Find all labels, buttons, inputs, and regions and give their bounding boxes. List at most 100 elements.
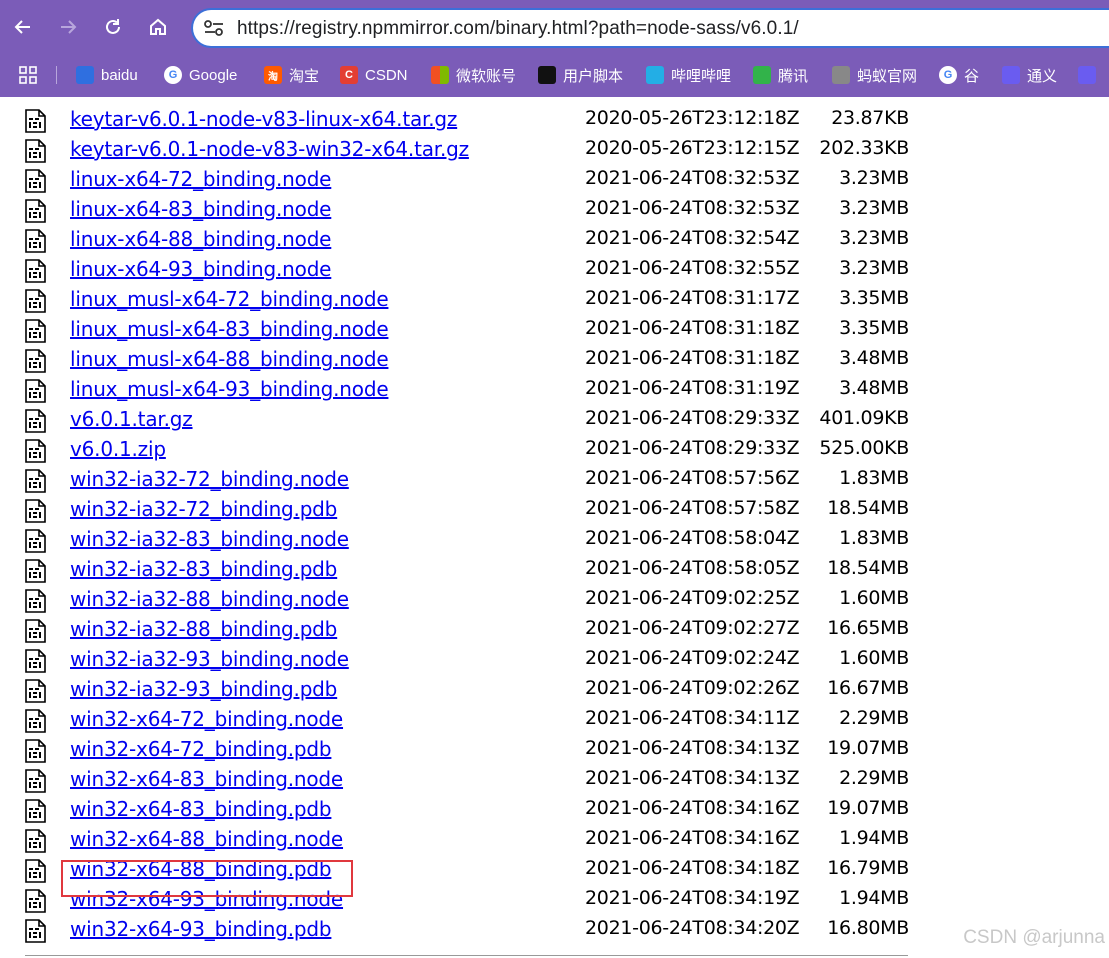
file-link[interactable]: win32-ia32-83_binding.pdb bbox=[70, 557, 337, 581]
file-date: 2021-06-24T09:02:25Z bbox=[585, 587, 800, 609]
file-link[interactable]: linux_musl-x64-93_binding.node bbox=[70, 377, 389, 401]
file-size: 19.07MB bbox=[827, 737, 909, 759]
url-text[interactable]: https://registry.npmmirror.com/binary.ht… bbox=[237, 18, 799, 40]
file-link[interactable]: keytar-v6.0.1-node-v83-linux-x64.tar.gz bbox=[70, 107, 457, 131]
table-row: v6.0.1.tar.gz 2021-06-24T08:29:33Z 401.09K… bbox=[0, 405, 1109, 435]
file-size: 1.83MB bbox=[839, 467, 909, 489]
file-link[interactable]: win32-x64-83_binding.pdb bbox=[70, 797, 332, 821]
file-link[interactable]: win32-ia32-88_binding.pdb bbox=[70, 617, 337, 641]
table-row: win32-ia32-72_binding.node 2021-06-24T08:… bbox=[0, 465, 1109, 495]
file-link[interactable]: win32-ia32-72_binding.node bbox=[70, 467, 349, 491]
table-row: linux_musl-x64-72_binding.node 2021-06-24… bbox=[0, 285, 1109, 315]
table-row: keytar-v6.0.1-node-v83-linux-x64.tar.gz 2… bbox=[0, 105, 1109, 135]
file-icon bbox=[25, 349, 46, 373]
file-icon bbox=[25, 289, 46, 313]
file-link[interactable]: linux-x64-83_binding.node bbox=[70, 197, 331, 221]
bookmark-item[interactable]: G谷 bbox=[939, 63, 979, 87]
file-date: 2021-06-24T08:34:13Z bbox=[585, 737, 800, 759]
table-row: linux-x64-93_binding.node 2021-06-24T08:3… bbox=[0, 255, 1109, 285]
file-link[interactable]: linux_musl-x64-83_binding.node bbox=[70, 317, 389, 341]
file-icon bbox=[25, 559, 46, 583]
file-icon bbox=[25, 469, 46, 493]
file-link[interactable]: v6.0.1.tar.gz bbox=[70, 407, 193, 431]
file-icon bbox=[25, 799, 46, 823]
apps-grid-icon[interactable] bbox=[18, 65, 38, 85]
file-icon bbox=[25, 379, 46, 403]
bookmark-item[interactable]: baidu bbox=[76, 63, 138, 87]
bookmark-item[interactable]: C CSDN bbox=[340, 63, 408, 87]
file-link[interactable]: win32-ia32-83_binding.node bbox=[70, 527, 349, 551]
watermark: CSDN @arjunna bbox=[963, 927, 1105, 948]
site-info-icon[interactable] bbox=[203, 18, 225, 38]
file-link[interactable]: v6.0.1.zip bbox=[70, 437, 166, 461]
file-link[interactable]: keytar-v6.0.1-node-v83-win32-x64.tar.gz bbox=[70, 137, 469, 161]
file-date: 2021-06-24T08:31:19Z bbox=[585, 377, 800, 399]
file-size: 202.33KB bbox=[819, 137, 909, 159]
file-date: 2020-05-26T23:12:15Z bbox=[585, 137, 800, 159]
file-icon bbox=[25, 619, 46, 643]
file-link[interactable]: linux_musl-x64-88_binding.node bbox=[70, 347, 389, 371]
file-icon bbox=[25, 589, 46, 613]
file-date: 2021-06-24T08:58:05Z bbox=[585, 557, 800, 579]
file-link[interactable]: win32-x64-83_binding.node bbox=[70, 767, 343, 791]
csdn-icon: C bbox=[340, 66, 358, 84]
reload-button[interactable] bbox=[96, 10, 130, 44]
arrow-left-icon bbox=[14, 20, 30, 34]
bookmark-item[interactable]: 淘淘宝 bbox=[264, 63, 319, 87]
bookmark-item[interactable]: 微软账号 bbox=[431, 63, 516, 87]
microsoft-icon bbox=[431, 66, 449, 84]
table-row: win32-ia32-83_binding.node 2021-06-24T08:… bbox=[0, 525, 1109, 555]
back-button[interactable] bbox=[6, 10, 40, 44]
file-icon bbox=[25, 409, 46, 433]
bookmark-item[interactable]: 蚂蚁官网 bbox=[832, 63, 917, 87]
file-date: 2021-06-24T08:32:55Z bbox=[585, 257, 800, 279]
table-row: linux-x64-88_binding.node 2021-06-24T08:3… bbox=[0, 225, 1109, 255]
file-date: 2021-06-24T08:34:20Z bbox=[585, 917, 800, 939]
browser-toolbar: https://registry.npmmirror.com/binary.ht… bbox=[0, 0, 1109, 97]
file-icon bbox=[25, 649, 46, 673]
bookmark-label: 微软账号 bbox=[456, 67, 517, 85]
file-date: 2021-06-24T08:58:04Z bbox=[585, 527, 800, 549]
file-link[interactable]: linux-x64-88_binding.node bbox=[70, 227, 331, 251]
file-link[interactable]: win32-ia32-72_binding.pdb bbox=[70, 497, 337, 521]
file-link[interactable]: win32-x64-88_binding.node bbox=[70, 827, 343, 851]
file-date: 2021-06-24T08:31:17Z bbox=[585, 287, 800, 309]
file-link[interactable]: win32-ia32-88_binding.node bbox=[70, 587, 349, 611]
file-link[interactable]: linux-x64-72_binding.node bbox=[70, 167, 331, 191]
file-link[interactable]: linux_musl-x64-72_binding.node bbox=[70, 287, 389, 311]
bookmark-label: 淘宝 bbox=[289, 67, 320, 85]
file-link[interactable]: win32-x64-72_binding.pdb bbox=[70, 737, 332, 761]
bilibili-icon bbox=[646, 66, 664, 84]
file-link[interactable]: win32-x64-72_binding.node bbox=[70, 707, 343, 731]
home-button[interactable] bbox=[141, 10, 175, 44]
file-size: 3.23MB bbox=[839, 257, 909, 279]
file-size: 2.29MB bbox=[839, 707, 909, 729]
table-row: linux-x64-72_binding.node 2021-06-24T08:3… bbox=[0, 165, 1109, 195]
file-link[interactable]: win32-ia32-93_binding.pdb bbox=[70, 677, 337, 701]
bookmark-item[interactable]: G Google bbox=[164, 63, 237, 87]
file-date: 2021-06-24T08:29:33Z bbox=[585, 437, 800, 459]
bookmark-item[interactable]: 哔哩哔哩 bbox=[646, 63, 731, 87]
table-row: linux-x64-83_binding.node 2021-06-24T08:3… bbox=[0, 195, 1109, 225]
file-size: 18.54MB bbox=[827, 497, 909, 519]
file-size: 1.60MB bbox=[839, 647, 909, 669]
file-date: 2021-06-24T08:32:54Z bbox=[585, 227, 800, 249]
file-link[interactable]: win32-x64-93_binding.pdb bbox=[70, 917, 332, 941]
file-date: 2021-06-24T09:02:27Z bbox=[585, 617, 800, 639]
bookmark-item[interactable] bbox=[1078, 63, 1103, 87]
table-row: win32-ia32-93_binding.node 2021-06-24T09:… bbox=[0, 645, 1109, 675]
bookmark-label: 通义 bbox=[1027, 67, 1058, 85]
file-icon bbox=[25, 709, 46, 733]
file-date: 2021-06-24T08:32:53Z bbox=[585, 167, 800, 189]
forward-button[interactable] bbox=[51, 10, 85, 44]
file-link[interactable]: linux-x64-93_binding.node bbox=[70, 257, 331, 281]
file-listing: keytar-v6.0.1-node-v83-linux-x64.tar.gz 2… bbox=[0, 97, 1109, 958]
bookmark-label: CSDN bbox=[365, 66, 408, 84]
bookmark-item[interactable]: 腾讯 bbox=[753, 63, 808, 87]
address-bar[interactable]: https://registry.npmmirror.com/binary.ht… bbox=[191, 8, 1109, 48]
bookmark-item[interactable]: 通义 bbox=[1002, 63, 1057, 87]
google-icon: G bbox=[939, 66, 957, 84]
file-size: 3.35MB bbox=[839, 287, 909, 309]
file-link[interactable]: win32-ia32-93_binding.node bbox=[70, 647, 349, 671]
bookmark-item[interactable]: 用户脚本 bbox=[538, 63, 623, 87]
